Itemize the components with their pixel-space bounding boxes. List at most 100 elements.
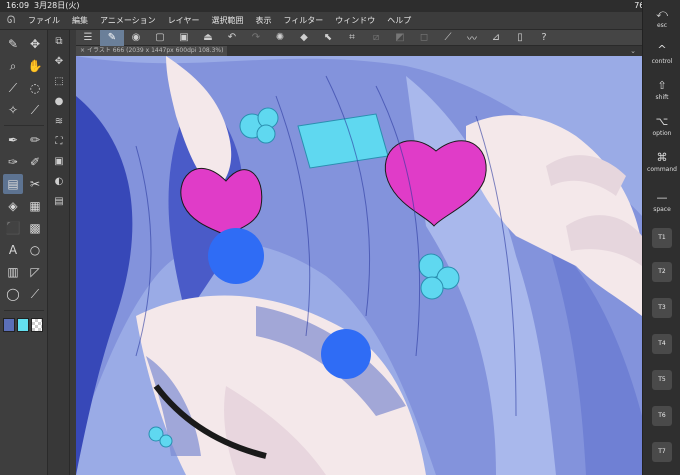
drawing-canvas[interactable] xyxy=(76,56,642,475)
t3-button[interactable]: T3 xyxy=(652,298,672,318)
menu-view[interactable]: 表示 xyxy=(249,15,277,26)
canvas-tab[interactable]: × イラスト 666 (2039 x 1447px 600dpi 108.3%) xyxy=(76,46,228,56)
canvas-tab-bar: × イラスト 666 (2039 x 1447px 600dpi 108.3%)… xyxy=(76,46,642,56)
frame-icon[interactable]: ▥ xyxy=(3,262,23,282)
chevron-down-icon[interactable]: ⌄ xyxy=(630,46,636,56)
t2-button[interactable]: T2 xyxy=(652,262,672,282)
balloon-icon[interactable]: ◯ xyxy=(3,284,23,304)
command-bar: ☰ ✎ ◉ ▢ ▣ ⏏ ↶ ↷ ✺ ◆ ⬉ ⌗ ⧄ ◩ ◻ ⟋ 〰 ⊿ ▯ ? xyxy=(76,29,642,46)
main-color-swatch[interactable] xyxy=(3,318,15,332)
menu-icon[interactable]: ☰ xyxy=(76,30,100,46)
color-wheel-icon[interactable]: ◐ xyxy=(49,172,69,190)
control-icon: ^ xyxy=(657,43,667,56)
select-layer-icon[interactable]: ✎ xyxy=(100,29,124,46)
shift-key[interactable]: ⇧ shift xyxy=(646,80,678,102)
tool-divider xyxy=(4,125,44,126)
gradient-icon[interactable]: ⟋ xyxy=(25,100,45,120)
esc-icon: ⤺ xyxy=(656,7,668,20)
new-canvas-icon[interactable]: ▢ xyxy=(148,30,172,46)
brush-size-icon[interactable]: ● xyxy=(49,92,69,110)
airbrush-icon[interactable]: ✐ xyxy=(25,152,45,172)
ruler-tool-icon[interactable]: ◸ xyxy=(25,262,45,282)
illustration-artwork xyxy=(76,56,642,475)
layers-icon[interactable]: ≋ xyxy=(49,112,69,130)
pencil-icon[interactable]: ✏ xyxy=(25,130,45,150)
t6-button[interactable]: T6 xyxy=(652,406,672,426)
app-logo-icon[interactable]: ᘏ xyxy=(0,15,22,26)
status-bar: 16:09 3月28日(火) 76% xyxy=(0,0,680,12)
color-set-icon[interactable]: ▤ xyxy=(49,192,69,210)
menu-selection[interactable]: 選択範囲 xyxy=(205,15,249,26)
lasso-icon[interactable]: ◌ xyxy=(25,78,45,98)
ellipse-icon[interactable]: ○ xyxy=(25,240,45,260)
shape-icon[interactable]: ▩ xyxy=(25,218,45,238)
t7-button[interactable]: T7 xyxy=(652,442,672,462)
text-icon[interactable]: ⬛ xyxy=(3,218,23,238)
menu-edit[interactable]: 編集 xyxy=(66,15,94,26)
tool-palette: ✎ ✥ ⌕ ✋ ⟋ ◌ ✧ ⟋ ✒ ✏ ✑ ✐ ▤ ✂ ◈ ▦ ⬛ ▩ A ○ … xyxy=(0,30,48,475)
correction-icon[interactable]: ⟋ xyxy=(25,284,45,304)
ruler-snap-icon[interactable]: ⊿ xyxy=(484,30,508,46)
material-icon[interactable]: ▣ xyxy=(49,152,69,170)
redo-icon[interactable]: ↷ xyxy=(244,30,268,46)
option-icon: ⌥ xyxy=(655,115,669,128)
tool-property-icon[interactable]: ✥ xyxy=(49,52,69,70)
eraser-icon[interactable]: ◈ xyxy=(3,196,23,216)
layer-icon[interactable]: ⧉ xyxy=(49,32,69,50)
transparent-color-swatch[interactable] xyxy=(31,318,43,332)
t1-button[interactable]: T1 xyxy=(652,228,672,248)
menu-animation[interactable]: アニメーション xyxy=(94,15,162,26)
t5-button[interactable]: T5 xyxy=(652,370,672,390)
brush-icon[interactable]: ✎ xyxy=(3,34,23,54)
export-icon[interactable]: ⏏ xyxy=(196,30,220,46)
save-icon[interactable]: ▣ xyxy=(172,30,196,46)
canvas-tab-title: イラスト 666 (2039 x 1447px 600dpi 108.3%) xyxy=(86,47,224,54)
fill-icon[interactable]: ◆ xyxy=(292,30,316,46)
shift-icon: ⇧ xyxy=(657,79,667,92)
status-time: 16:09 xyxy=(6,1,30,10)
blend-icon[interactable]: ✂ xyxy=(25,174,45,194)
loading-icon[interactable]: ✺ xyxy=(268,30,292,46)
text-tool-icon[interactable]: A xyxy=(3,240,23,260)
esc-key[interactable]: ⤺ esc xyxy=(646,8,678,30)
eyedropper-icon[interactable]: ⟋ xyxy=(3,78,23,98)
transform-icon[interactable]: ⬉ xyxy=(316,30,340,46)
menu-help[interactable]: ヘルプ xyxy=(381,15,417,26)
option-key[interactable]: ⌥ option xyxy=(646,116,678,138)
command-key[interactable]: ⌘ command xyxy=(646,152,678,174)
control-key[interactable]: ^ control xyxy=(646,44,678,66)
menu-filter[interactable]: フィルター xyxy=(277,15,329,26)
move-icon[interactable]: ✥ xyxy=(25,34,45,54)
marker-icon[interactable]: ✑ xyxy=(3,152,23,172)
decorate-icon[interactable]: ▤ xyxy=(3,174,23,194)
space-key[interactable]: — space xyxy=(646,192,678,214)
device-icon[interactable]: ▯ xyxy=(508,30,532,46)
deselect-icon[interactable]: ⧄ xyxy=(364,30,388,46)
crop-icon[interactable]: ⌗ xyxy=(340,30,364,46)
pen-correct-icon[interactable]: 〰 xyxy=(460,30,484,46)
tool-divider xyxy=(4,310,44,311)
sub-tool-icon[interactable]: ⬚ xyxy=(49,72,69,90)
tab-close-icon[interactable]: × xyxy=(80,47,85,54)
sub-color-swatch[interactable] xyxy=(17,318,29,332)
ruler-icon[interactable]: ⟋ xyxy=(436,30,460,46)
help-icon[interactable]: ? xyxy=(532,30,556,46)
fill-bucket-icon[interactable]: ▦ xyxy=(25,196,45,216)
zoom-icon[interactable]: ⌕ xyxy=(3,56,23,76)
pen-icon[interactable]: ✒ xyxy=(3,130,23,150)
magic-wand-icon[interactable]: ✧ xyxy=(3,100,23,120)
record-icon[interactable]: ◉ xyxy=(124,30,148,46)
navigator-icon[interactable]: ⛶ xyxy=(49,132,69,150)
edge-keyboard-bar: ⤺ esc ^ control ⇧ shift ⌥ option ⌘ command — s… xyxy=(642,0,680,475)
menu-layer[interactable]: レイヤー xyxy=(162,15,206,26)
clear-icon[interactable]: ◻ xyxy=(412,30,436,46)
menu-window[interactable]: ウィンドウ xyxy=(329,15,381,26)
invert-icon[interactable]: ◩ xyxy=(388,30,412,46)
space-icon: — xyxy=(656,191,668,204)
sub-tool-palette: ⧉ ✥ ⬚ ● ≋ ⛶ ▣ ◐ ▤ xyxy=(48,30,70,475)
menu-bar: ᘏ ファイル 編集 アニメーション レイヤー 選択範囲 表示 フィルター ウィン… xyxy=(0,12,642,30)
menu-file[interactable]: ファイル xyxy=(22,15,66,26)
undo-icon[interactable]: ↶ xyxy=(220,30,244,46)
hand-icon[interactable]: ✋ xyxy=(25,56,45,76)
t4-button[interactable]: T4 xyxy=(652,334,672,354)
